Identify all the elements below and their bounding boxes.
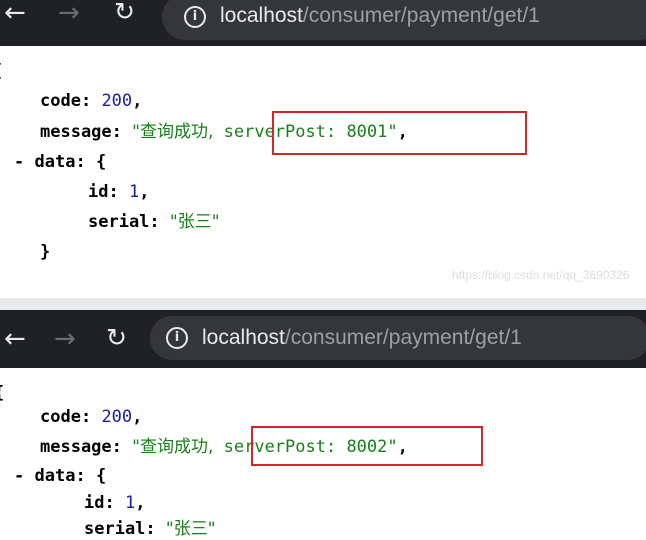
json-open-brace: { (0, 60, 2, 82)
url-path: /consumer/payment/get/1 (302, 4, 540, 27)
info-icon[interactable]: i (166, 327, 188, 349)
url-text[interactable]: localhost/consumer/payment/get/1 (202, 326, 522, 350)
json-line-code: code: 200, (40, 91, 143, 111)
divider (0, 298, 646, 310)
screenshot-top: ← → ↻ i localhost/consumer/payment/get/1… (0, 0, 646, 298)
json-key: data: (34, 466, 86, 486)
json-string: "查询成功, (132, 122, 214, 142)
json-line-serial: serial: "张三" (84, 518, 216, 540)
json-number: 1 (128, 182, 140, 202)
json-line-data: - data: { (14, 151, 106, 173)
screenshot-bottom: ← → ↻ i localhost/consumer/payment/get/1… (0, 310, 646, 540)
json-key: serial: (88, 212, 160, 232)
json-brace: { (95, 466, 107, 486)
json-line-data: - data: { (14, 465, 106, 487)
highlight-box (251, 426, 483, 466)
json-line-code: code: 200, (40, 407, 143, 427)
json-key: code: (40, 91, 92, 111)
json-key: message: (40, 437, 122, 457)
url-text[interactable]: localhost/consumer/payment/get/1 (220, 4, 540, 28)
json-key: serial: (84, 519, 156, 539)
collapse-toggle[interactable]: - (14, 466, 24, 486)
json-key: data: (34, 152, 86, 172)
json-brace: { (95, 152, 107, 172)
url-host: localhost (202, 326, 285, 349)
info-icon[interactable]: i (184, 6, 206, 28)
collapse-toggle[interactable]: - (14, 152, 24, 172)
json-key: code: (40, 407, 92, 427)
json-number: 1 (124, 493, 136, 513)
reload-icon[interactable]: ↻ (114, 0, 135, 24)
json-line-id: id: 1, (84, 493, 146, 513)
url-path: /consumer/payment/get/1 (284, 326, 522, 349)
forward-arrow-icon[interactable]: → (58, 0, 80, 26)
json-key: id: (88, 182, 119, 202)
watermark: https://blog.csdn.net/qq_3690326 (452, 268, 630, 282)
reload-icon[interactable]: ↻ (106, 325, 127, 350)
forward-arrow-icon[interactable]: → (54, 326, 76, 352)
back-arrow-icon[interactable]: ← (4, 0, 26, 26)
json-string: "张三" (165, 519, 216, 539)
address-bar[interactable]: i localhost/consumer/payment/get/1 (150, 316, 646, 360)
highlight-box (272, 111, 527, 155)
json-line-serial: serial: "张三" (88, 211, 220, 233)
json-number: 200 (101, 91, 133, 111)
browser-toolbar: ← → ↻ i localhost/consumer/payment/get/1 (0, 310, 646, 368)
json-key: message: (40, 122, 122, 142)
json-string: "张三" (169, 212, 220, 232)
json-close-brace: } (40, 242, 51, 262)
json-open-brace: { (0, 382, 4, 404)
json-key: id: (84, 493, 115, 513)
back-arrow-icon[interactable]: ← (4, 326, 26, 352)
json-string: "查询成功, (132, 437, 214, 457)
json-number: 200 (101, 407, 133, 427)
browser-toolbar: ← → ↻ i localhost/consumer/payment/get/1 (0, 0, 646, 46)
url-host: localhost (220, 4, 303, 27)
json-line-id: id: 1, (88, 182, 150, 202)
address-bar[interactable]: i localhost/consumer/payment/get/1 (162, 0, 646, 40)
